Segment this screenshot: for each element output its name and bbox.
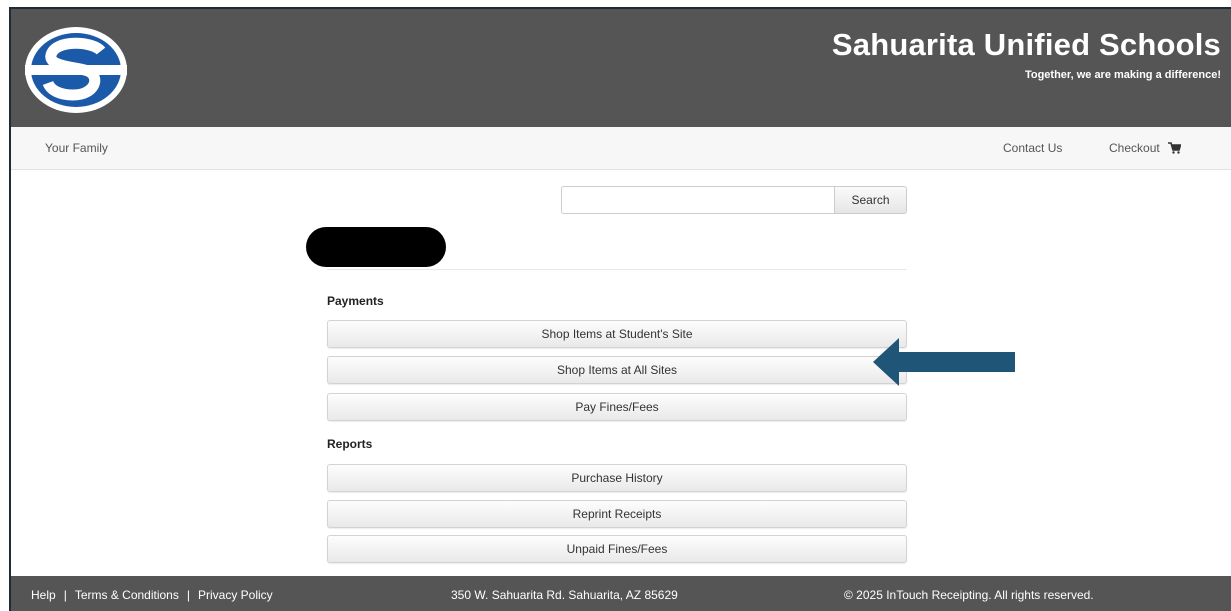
school-logo-icon[interactable] (23, 25, 129, 115)
nav-contact-us[interactable]: Contact Us (1003, 141, 1062, 155)
search-button[interactable]: Search (835, 186, 907, 214)
pay-fines-fees-button[interactable]: Pay Fines/Fees (327, 393, 907, 421)
footer-separator: | (63, 588, 67, 602)
search-input[interactable] (561, 186, 835, 214)
footer-separator: | (186, 588, 190, 602)
footer-privacy-link[interactable]: Privacy Policy (198, 588, 273, 602)
footer-terms-link[interactable]: Terms & Conditions (75, 588, 179, 602)
shop-student-site-button[interactable]: Shop Items at Student's Site (327, 320, 907, 348)
footer-help-link[interactable]: Help (31, 588, 56, 602)
site-header: Sahuarita Unified Schools Together, we a… (11, 9, 1231, 127)
footer-address: 350 W. Sahuarita Rd. Sahuarita, AZ 85629 (451, 588, 678, 602)
purchase-history-button[interactable]: Purchase History (327, 464, 907, 492)
reprint-receipts-button[interactable]: Reprint Receipts (327, 500, 907, 528)
app-window: Sahuarita Unified Schools Together, we a… (9, 7, 1231, 611)
nav-checkout[interactable]: Checkout (1109, 141, 1181, 155)
shop-all-sites-button[interactable]: Shop Items at All Sites (327, 356, 907, 384)
annotation-arrow-icon (873, 338, 1015, 386)
search-bar: Search (561, 186, 907, 214)
site-title: Sahuarita Unified Schools (831, 27, 1221, 62)
checkout-label: Checkout (1109, 141, 1160, 155)
section-divider (327, 269, 907, 270)
reports-heading: Reports (327, 437, 373, 451)
nav-your-family[interactable]: Your Family (45, 141, 108, 155)
redacted-student-name (306, 227, 446, 267)
cart-icon (1167, 142, 1181, 154)
footer-copyright: © 2025 InTouch Receipting. All rights re… (844, 588, 1094, 602)
unpaid-fines-fees-button[interactable]: Unpaid Fines/Fees (327, 535, 907, 563)
footer-links: Help | Terms & Conditions | Privacy Poli… (31, 588, 273, 602)
site-tagline: Together, we are making a difference! (1024, 69, 1221, 81)
top-navbar: Your Family Contact Us Checkout (11, 127, 1231, 170)
site-footer: Help | Terms & Conditions | Privacy Poli… (11, 576, 1231, 611)
payments-heading: Payments (327, 294, 384, 308)
